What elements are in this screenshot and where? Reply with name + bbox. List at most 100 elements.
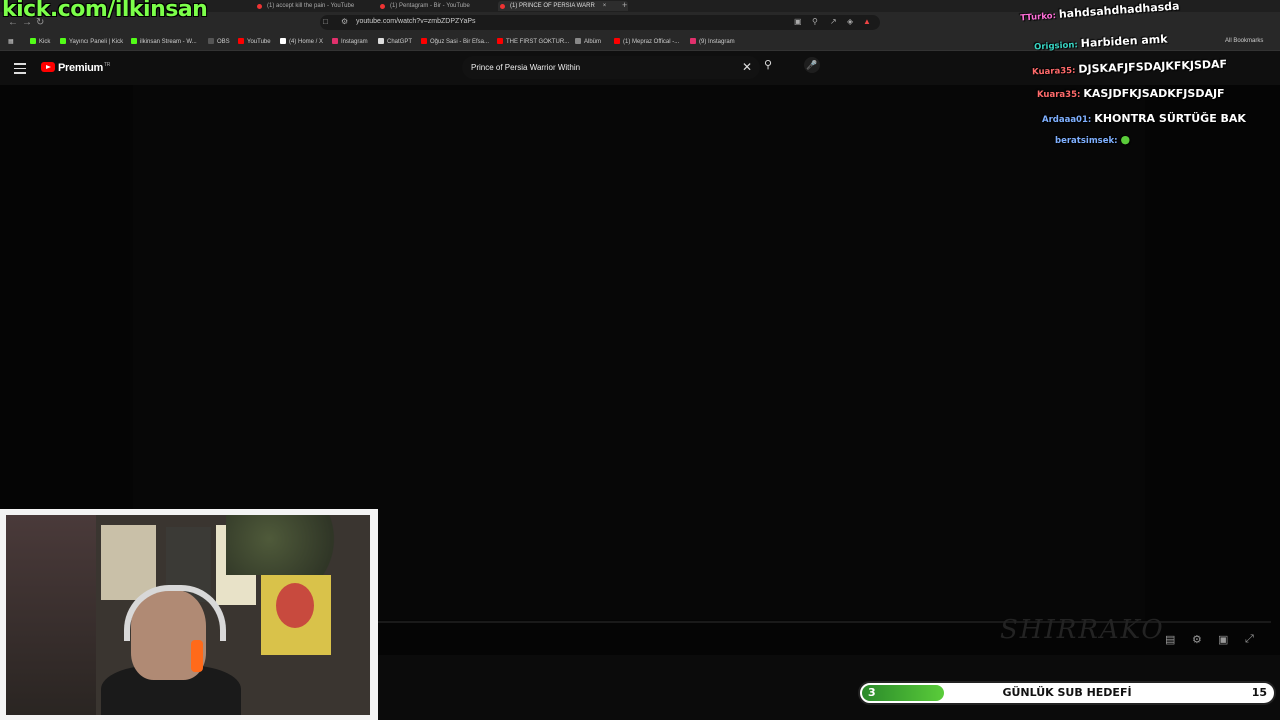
chat-username: Kuara35: xyxy=(1031,65,1076,78)
new-tab-button[interactable]: + xyxy=(622,0,627,10)
chat-message: TTurko: hahdsahdhadhasda xyxy=(1020,0,1180,24)
search-input[interactable]: Prince of Persia Warrior Within xyxy=(471,63,580,72)
chat-text: DJSKAFJFSDAJKFKJSDAF xyxy=(1078,57,1228,76)
microphone-icon xyxy=(191,640,203,672)
clear-search-icon[interactable]: ✕ xyxy=(742,60,752,74)
bookmark-label: Instagram xyxy=(341,39,368,45)
youtube-premium-logo[interactable]: PremiumTR xyxy=(58,62,110,74)
chat-message: Kuara35: DJSKAFJFSDAJKFKJSDAF xyxy=(1032,58,1227,78)
bookmark-item[interactable]: (4) Home / X xyxy=(280,38,323,45)
youtube-favicon-icon xyxy=(257,4,262,9)
zoom-icon[interactable]: ⚲ xyxy=(812,17,818,26)
bookmark-item[interactable]: ilkinsan Stream - W... xyxy=(131,38,197,45)
webcam-overlay xyxy=(0,509,378,720)
bookmark-favicon-icon xyxy=(614,38,620,44)
browser-tab-active[interactable]: (1) PRINCE OF PERSIA WARR × xyxy=(498,1,628,11)
chat-message: Kuara35: KASJDFKJSADKFJSDAJF xyxy=(1037,87,1225,100)
bookmark-favicon-icon xyxy=(30,38,36,44)
bookmark-label: (9) Instagram xyxy=(699,39,735,45)
tab-label: (1) accept kill the pain - YouTube xyxy=(267,3,355,9)
chat-username: TTurko: xyxy=(1019,11,1057,24)
bookmark-page-icon[interactable]: □ xyxy=(323,17,328,26)
chat-message: Ardaaa01: KHONTRA SÜRTÜĞE BAK xyxy=(1042,112,1246,125)
bookmark-favicon-icon xyxy=(421,38,427,44)
bookmark-label: Oğuz Sasi - Bir Efsa... xyxy=(430,39,490,45)
brand-label: Premium xyxy=(58,62,103,74)
bookmark-item[interactable]: Oğuz Sasi - Bir Efsa... xyxy=(421,38,489,45)
bookmark-favicon-icon xyxy=(690,38,696,44)
browser-tab[interactable]: (1) accept kill the pain - YouTube xyxy=(255,1,354,11)
sub-goal-target: 15 xyxy=(1251,686,1267,699)
stream-chat-overlay: TTurko: hahdsahdhadhasda Origsion: Harbide… xyxy=(1010,0,1280,160)
shield-icon[interactable]: ◈ xyxy=(847,17,853,26)
bookmark-item[interactable]: (1) Mepraz Offical -... xyxy=(614,38,679,45)
bookmark-favicon-icon xyxy=(280,38,286,44)
bookmark-label: Yayıncı Paneli | Kick xyxy=(69,39,124,45)
bookmark-favicon-icon xyxy=(332,38,338,44)
sub-goal-bar: 3 GÜNLÜK SUB HEDEFİ 15 xyxy=(858,681,1276,705)
chat-message: Origsion: Harbiden amk xyxy=(1034,33,1168,53)
bookmark-favicon-icon xyxy=(575,38,581,44)
tab-label: (1) Pentagram - Bir - YouTube xyxy=(390,3,470,9)
fullscreen-icon[interactable]: ⤢ xyxy=(1245,633,1254,646)
bookmark-label: Kick xyxy=(39,39,51,45)
bookmark-item[interactable]: Kick xyxy=(30,38,50,45)
bookmark-label: Albüm xyxy=(584,39,602,45)
bookmark-item[interactable]: ChatGPT xyxy=(378,38,412,45)
search-icon[interactable]: ⚲ xyxy=(764,58,772,71)
webcam-feed xyxy=(6,515,370,715)
settings-icon[interactable]: ⚙ xyxy=(1192,633,1202,646)
bookmark-favicon-icon xyxy=(238,38,244,44)
bookmark-favicon-icon xyxy=(60,38,66,44)
bookmark-item[interactable]: THE FIRST GOKTUR... xyxy=(497,38,569,45)
url-text[interactable]: youtube.com/watch?v=zmbZDPZYaPs xyxy=(356,18,476,25)
chat-username: Kuara35: xyxy=(1037,90,1081,100)
chat-username: Ardaaa01: xyxy=(1042,115,1092,125)
chat-text: KHONTRA SÜRTÜĞE BAK xyxy=(1094,112,1246,125)
youtube-logo-icon[interactable] xyxy=(41,62,55,72)
bookmark-item[interactable]: (9) Instagram xyxy=(690,38,735,45)
youtube-favicon-icon xyxy=(500,4,505,9)
chat-username: beratsimsek: xyxy=(1055,136,1118,146)
cast-icon[interactable]: ▣ xyxy=(794,17,802,26)
channel-watermark: SHIRRAKO xyxy=(1000,615,1165,645)
bookmark-label: YouTube xyxy=(247,39,271,45)
tab-label: (1) PRINCE OF PERSIA WARR xyxy=(510,3,595,9)
menu-icon[interactable] xyxy=(14,63,26,77)
webcam-poster xyxy=(101,525,156,600)
youtube-favicon-icon xyxy=(380,4,385,9)
microphone-icon[interactable]: 🎤 xyxy=(804,57,820,73)
bookmark-favicon-icon xyxy=(208,38,214,44)
bookmark-label: OBS xyxy=(217,39,230,45)
bookmark-item[interactable]: YouTube xyxy=(238,38,271,45)
close-tab-icon[interactable]: × xyxy=(603,3,607,9)
browser-tab[interactable]: (1) Pentagram - Bir - YouTube xyxy=(378,1,470,11)
emote-icon: ● xyxy=(1120,133,1131,146)
bookmark-item[interactable]: OBS xyxy=(208,38,230,45)
subtitles-icon[interactable]: ▤ xyxy=(1165,633,1175,646)
apps-grid-icon[interactable]: ▦ xyxy=(8,38,14,45)
address-bar[interactable]: □ ⚙ youtube.com/watch?v=zmbZDPZYaPs ▣ ⚲ … xyxy=(320,15,880,30)
search-box[interactable]: Prince of Persia Warrior Within ✕ xyxy=(462,56,760,79)
bookmark-item[interactable]: Albüm xyxy=(575,38,601,45)
chat-message: beratsimsek: ● xyxy=(1055,133,1130,146)
stream-url-watermark: kick.com/ilkinsan xyxy=(2,0,208,22)
share-icon[interactable]: ↗ xyxy=(830,17,837,26)
bookmark-favicon-icon xyxy=(378,38,384,44)
webcam-poster xyxy=(261,575,331,655)
bookmark-label: (4) Home / X xyxy=(289,39,324,45)
bookmark-favicon-icon xyxy=(497,38,503,44)
bookmark-label: ChatGPT xyxy=(387,39,413,45)
bookmark-label: (1) Mepraz Offical -... xyxy=(623,39,680,45)
chat-text: KASJDFKJSADKFJSDAJF xyxy=(1083,87,1225,100)
bookmark-item[interactable]: Yayıncı Paneli | Kick xyxy=(60,38,123,45)
webcam-plants xyxy=(226,515,370,575)
site-info-icon[interactable]: ⚙ xyxy=(341,17,348,26)
chat-username: Origsion: xyxy=(1033,40,1079,53)
sub-goal-label: GÜNLÜK SUB HEDEFİ xyxy=(1002,686,1132,699)
country-code: TR xyxy=(103,62,111,69)
theater-mode-icon[interactable]: ▣ xyxy=(1218,633,1228,646)
bookmark-label: THE FIRST GOKTUR... xyxy=(506,39,570,45)
bookmark-item[interactable]: Instagram xyxy=(332,38,368,45)
extension-icon[interactable]: ▲ xyxy=(863,17,871,26)
